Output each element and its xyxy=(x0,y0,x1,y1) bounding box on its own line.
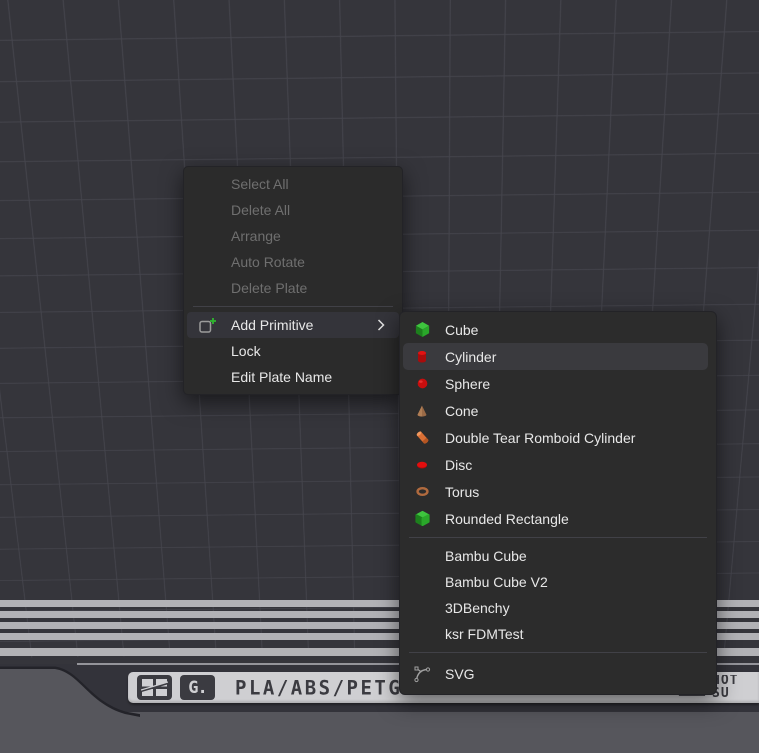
submenu-item-label: Cube xyxy=(445,322,478,338)
submenu-item-3dbenchy[interactable]: 3DBenchy xyxy=(400,595,716,621)
submenu-item-svg[interactable]: SVG xyxy=(400,658,716,690)
plate-corner-label-line2: SU xyxy=(712,688,759,701)
sphere-icon xyxy=(413,374,431,394)
context-menu-item-label: Delete All xyxy=(231,202,290,218)
bezier-path-icon xyxy=(413,664,431,684)
icon-placeholder xyxy=(413,624,431,644)
slicer-3d-viewport: G. PLA/ABS/PETG HOT SU Select All Delete … xyxy=(0,0,759,753)
context-menu-item-label: Delete Plate xyxy=(231,280,307,296)
context-menu-item-label: Edit Plate Name xyxy=(231,369,332,385)
submenu-item-label: Cylinder xyxy=(445,349,496,365)
tilted-cylinder-icon xyxy=(413,428,431,448)
icon-placeholder xyxy=(197,226,219,246)
submenu-item-label: ksr FDMTest xyxy=(445,626,524,642)
submenu-chevron-icon xyxy=(377,319,385,331)
plate-corner-label: HOT SU xyxy=(712,675,759,700)
context-menu-item-label: Add Primitive xyxy=(231,317,313,333)
icon-placeholder xyxy=(197,341,219,361)
icon-placeholder xyxy=(197,367,219,387)
submenu-item-ksr-fdmtest[interactable]: ksr FDMTest xyxy=(400,621,716,647)
disc-icon xyxy=(413,455,431,475)
submenu-separator xyxy=(409,537,707,538)
submenu-item-label: Double Tear Romboid Cylinder xyxy=(445,430,635,446)
submenu-item-double-tear-romboid-cylinder[interactable]: Double Tear Romboid Cylinder xyxy=(400,424,716,451)
cone-icon xyxy=(413,401,431,421)
context-menu-item-select-all: Select All xyxy=(184,171,402,197)
submenu-item-cone[interactable]: Cone xyxy=(400,397,716,424)
submenu-item-sphere[interactable]: Sphere xyxy=(400,370,716,397)
icon-placeholder xyxy=(413,546,431,566)
context-menu-item-label: Select All xyxy=(231,176,289,192)
context-menu-item-edit-plate-name[interactable]: Edit Plate Name xyxy=(184,364,402,390)
context-menu-item-label: Arrange xyxy=(231,228,281,244)
context-menu-item-arrange: Arrange xyxy=(184,223,402,249)
icon-placeholder xyxy=(413,572,431,592)
context-menu-item-delete-plate: Delete Plate xyxy=(184,275,402,301)
g-mark-text: G. xyxy=(188,678,206,698)
plate-material-label: PLA/ABS/PETG xyxy=(235,676,402,699)
add-primitive-icon xyxy=(197,315,219,335)
context-menu-item-label: Lock xyxy=(231,343,261,359)
icon-placeholder xyxy=(413,598,431,618)
submenu-item-label: Torus xyxy=(445,484,479,500)
context-menu-item-label: Auto Rotate xyxy=(231,254,305,270)
icon-placeholder xyxy=(197,252,219,272)
submenu-item-bambu-cube[interactable]: Bambu Cube xyxy=(400,543,716,569)
context-menu-separator xyxy=(193,306,393,307)
bambu-pinwheel-logo-icon xyxy=(137,675,172,700)
add-primitive-submenu: Cube Cylinder Sphere Cone Double Tear Romboi… xyxy=(399,311,717,695)
context-menu-item-delete-all: Delete All xyxy=(184,197,402,223)
icon-placeholder xyxy=(197,174,219,194)
plate-corner-chamfer xyxy=(0,660,140,753)
cube-icon xyxy=(413,320,431,340)
icon-placeholder xyxy=(197,200,219,220)
rounded-cube-icon xyxy=(413,509,431,529)
submenu-item-cylinder[interactable]: Cylinder xyxy=(403,343,708,370)
context-menu-item-add-primitive[interactable]: Add Primitive xyxy=(187,312,399,338)
submenu-item-label: Rounded Rectangle xyxy=(445,511,569,527)
context-menu-item-lock[interactable]: Lock xyxy=(184,338,402,364)
icon-placeholder xyxy=(197,278,219,298)
submenu-item-torus[interactable]: Torus xyxy=(400,478,716,505)
submenu-item-label: 3DBenchy xyxy=(445,600,510,616)
submenu-item-label: Disc xyxy=(445,457,472,473)
submenu-separator xyxy=(409,652,707,653)
submenu-item-label: Cone xyxy=(445,403,478,419)
submenu-item-bambu-cube-v2[interactable]: Bambu Cube V2 xyxy=(400,569,716,595)
torus-icon xyxy=(413,482,431,502)
submenu-item-cube[interactable]: Cube xyxy=(400,316,716,343)
submenu-item-label: Sphere xyxy=(445,376,490,392)
submenu-item-rounded-rectangle[interactable]: Rounded Rectangle xyxy=(400,505,716,532)
context-menu: Select All Delete All Arrange Auto Rotate De… xyxy=(183,166,403,395)
submenu-item-label: Bambu Cube V2 xyxy=(445,574,548,590)
g-mark-logo-icon: G. xyxy=(180,675,215,700)
submenu-item-label: SVG xyxy=(445,666,475,682)
submenu-item-disc[interactable]: Disc xyxy=(400,451,716,478)
context-menu-item-auto-rotate: Auto Rotate xyxy=(184,249,402,275)
submenu-item-label: Bambu Cube xyxy=(445,548,527,564)
cylinder-icon xyxy=(413,347,431,367)
